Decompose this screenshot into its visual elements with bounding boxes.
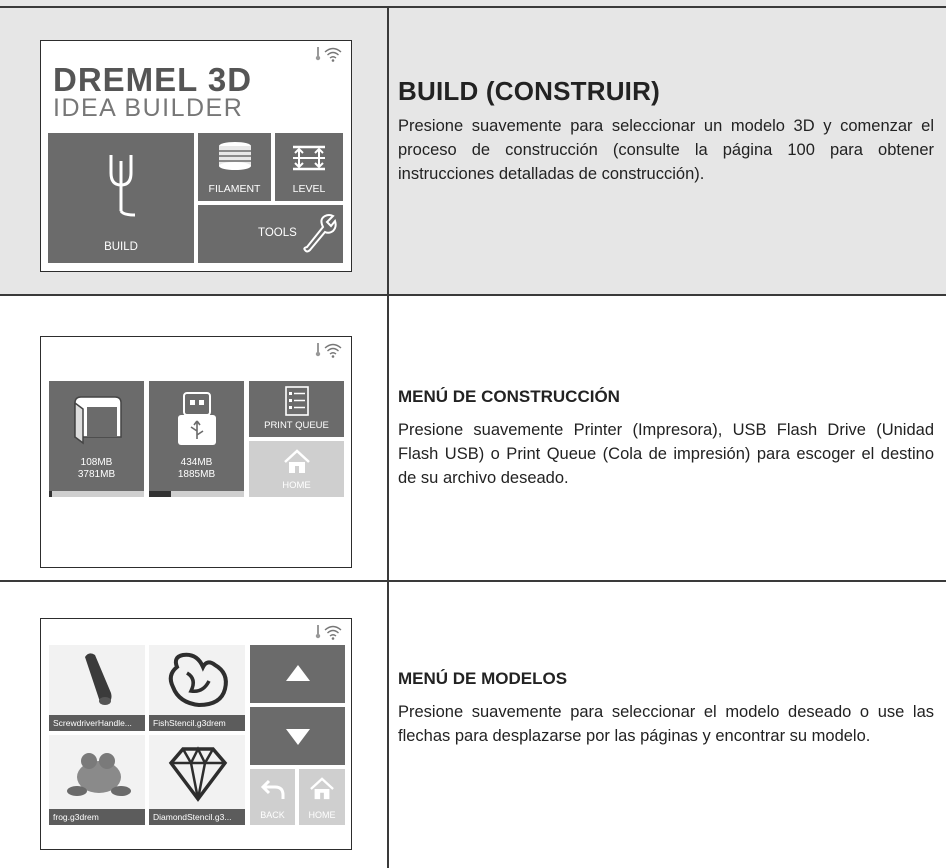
frog-image bbox=[67, 753, 131, 796]
tools-label: TOOLS bbox=[258, 227, 297, 239]
build-body: Presione suavemente para seleccionar un … bbox=[398, 117, 934, 183]
status-icons bbox=[315, 343, 342, 358]
printer-storage-button[interactable]: 108MB 3781MB bbox=[49, 381, 144, 497]
column-divider bbox=[387, 6, 389, 868]
usb-drive-icon bbox=[178, 392, 216, 445]
wifi-icon bbox=[324, 343, 342, 355]
back-button[interactable]: BACK bbox=[250, 769, 295, 825]
filament-button[interactable]: FILAMENT bbox=[198, 133, 271, 201]
home-icon bbox=[310, 777, 334, 800]
home-button[interactable]: HOME bbox=[299, 769, 345, 825]
print-queue-button[interactable]: PRINT QUEUE bbox=[249, 381, 344, 437]
build-menu-heading: MENÚ DE CONSTRUCCIÓN bbox=[398, 387, 620, 406]
status-icons bbox=[315, 47, 342, 62]
tools-button[interactable]: TOOLS bbox=[198, 205, 343, 263]
model-thumbnail[interactable]: DiamondStencil.g3... bbox=[149, 735, 245, 825]
status-icons bbox=[315, 625, 342, 640]
back-arrow-icon bbox=[261, 779, 285, 799]
build-button[interactable]: BUILD bbox=[48, 133, 194, 263]
printer-total: 3781MB bbox=[77, 469, 116, 480]
level-label: LEVEL bbox=[292, 183, 326, 195]
top-border bbox=[0, 6, 946, 8]
usb-storage-button[interactable]: 434MB 1885MB bbox=[149, 381, 244, 497]
model-name: FishStencil.g3drem bbox=[149, 715, 245, 731]
usb-usage-bar bbox=[149, 491, 244, 497]
build-label: BUILD bbox=[104, 241, 138, 253]
wifi-icon bbox=[324, 47, 342, 59]
home-label: HOME bbox=[282, 480, 311, 491]
thermometer-icon bbox=[315, 343, 321, 357]
arrow-up-icon bbox=[286, 665, 310, 681]
model-thumbnail[interactable]: frog.g3drem bbox=[49, 735, 145, 825]
tuning-fork-icon bbox=[109, 155, 136, 217]
screwdriver-handle-image bbox=[85, 653, 112, 705]
printer-usage-fill bbox=[49, 491, 52, 497]
level-button[interactable]: LEVEL bbox=[275, 133, 343, 201]
build-menu-body: Presione suavemente Printer (Impresora),… bbox=[398, 421, 934, 487]
thermometer-icon bbox=[315, 625, 321, 639]
spool-icon bbox=[219, 142, 251, 170]
diamond-stencil-image bbox=[168, 746, 228, 802]
wifi-icon bbox=[324, 625, 342, 637]
brand-subtitle: IDEA BUILDER bbox=[53, 94, 244, 122]
row-divider-1 bbox=[0, 294, 946, 296]
model-name: frog.g3drem bbox=[49, 809, 145, 825]
thermometer-icon bbox=[315, 47, 321, 61]
home-screen: DREMEL 3D IDEA BUILDER BUILD FILAMENT LE… bbox=[40, 40, 352, 272]
fish-stencil-image bbox=[168, 652, 228, 708]
model-name: DiamondStencil.g3... bbox=[149, 809, 245, 825]
models-menu-heading: MENÚ DE MODELOS bbox=[398, 669, 568, 688]
scroll-up-button[interactable] bbox=[250, 645, 345, 703]
list-icon bbox=[285, 386, 309, 416]
filament-label: FILAMENT bbox=[208, 183, 261, 195]
level-arrows-icon bbox=[293, 145, 325, 171]
build-heading: BUILD (CONSTRUIR) bbox=[398, 76, 660, 106]
models-menu-description: MENÚ DE MODELOS Presione suavemente para… bbox=[398, 668, 934, 748]
models-menu-body: Presione suavemente para seleccionar el … bbox=[398, 703, 934, 745]
row-divider-2 bbox=[0, 580, 946, 582]
wrench-icon bbox=[303, 214, 337, 253]
build-menu-screen: 108MB 3781MB 434MB 1885MB PRINT QUEUE HO… bbox=[40, 336, 352, 568]
home-icon bbox=[284, 449, 310, 473]
usb-total: 1885MB bbox=[177, 469, 216, 480]
print-queue-label: PRINT QUEUE bbox=[264, 420, 329, 431]
build-description: BUILD (CONSTRUIR) Presione suavemente pa… bbox=[398, 76, 934, 186]
build-menu-description: MENÚ DE CONSTRUCCIÓN Presione suavemente… bbox=[398, 386, 934, 490]
back-label: BACK bbox=[260, 810, 285, 820]
model-thumbnail[interactable]: FishStencil.g3drem bbox=[149, 645, 245, 731]
model-thumbnail[interactable]: ScrewdriverHandle... bbox=[49, 645, 145, 731]
models-menu-screen: ScrewdriverHandle... FishStencil.g3drem … bbox=[40, 618, 352, 850]
brand-logo: DREMEL 3D bbox=[53, 61, 253, 98]
model-name: ScrewdriverHandle... bbox=[49, 715, 145, 731]
printer-icon bbox=[74, 396, 122, 445]
usb-used: 434MB bbox=[180, 457, 213, 468]
home-button[interactable]: HOME bbox=[249, 441, 344, 497]
scroll-down-button[interactable] bbox=[250, 707, 345, 765]
arrow-down-icon bbox=[286, 729, 310, 745]
usb-usage-fill bbox=[149, 491, 171, 497]
printer-used: 108MB bbox=[80, 457, 113, 468]
printer-usage-bar bbox=[49, 491, 144, 497]
home-label: HOME bbox=[308, 810, 336, 820]
